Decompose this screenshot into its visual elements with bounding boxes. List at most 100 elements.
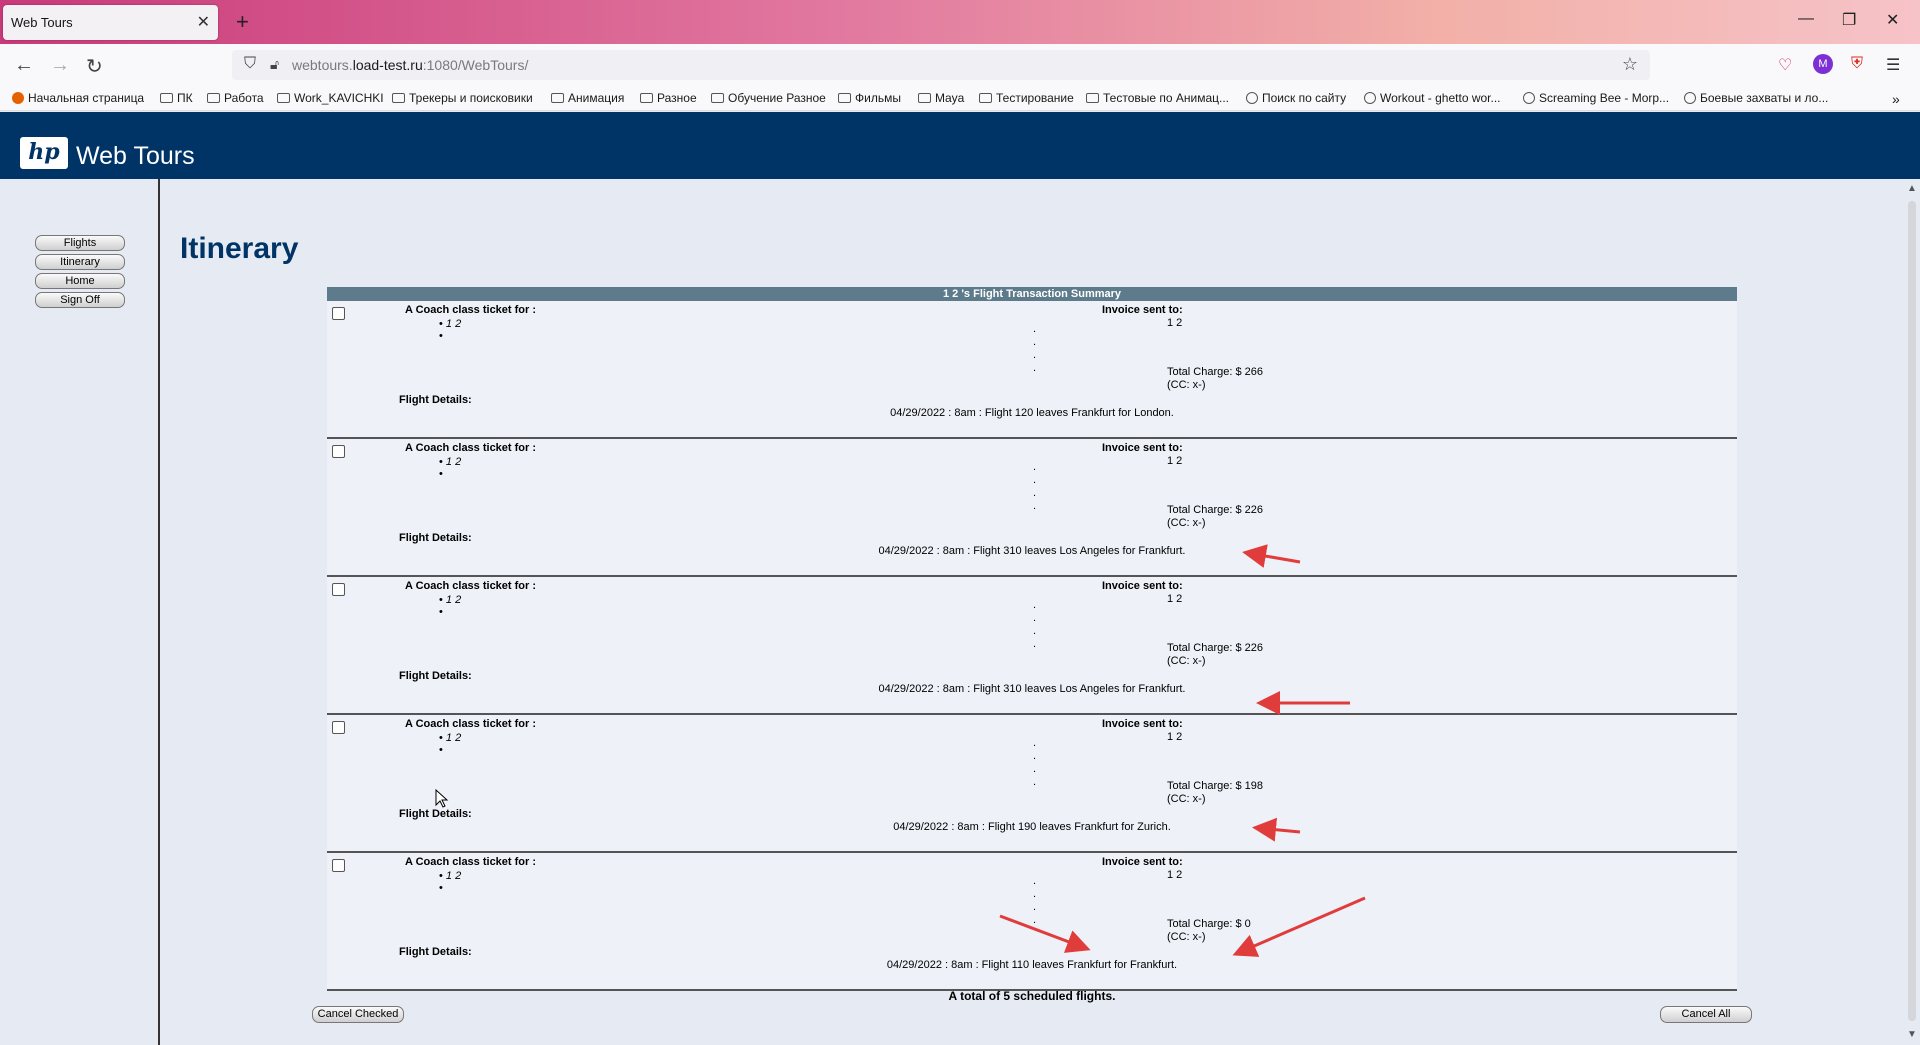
- bookmark-item[interactable]: Maya: [918, 91, 964, 105]
- avatar[interactable]: M: [1813, 54, 1833, 74]
- total-charge: Total Charge: $ 0: [1167, 918, 1251, 930]
- dots: ....: [1033, 599, 1037, 650]
- site-title: Web Tours: [76, 142, 195, 170]
- dots: ....: [1033, 323, 1037, 374]
- forward-icon[interactable]: →: [50, 54, 70, 77]
- back-icon[interactable]: ←: [14, 54, 34, 77]
- bookmark-item[interactable]: Трекеры и поисковики: [392, 91, 533, 105]
- window-close-icon[interactable]: ✕: [1886, 10, 1899, 30]
- folder-icon: [1086, 93, 1099, 103]
- invoice-name: 1 2: [1167, 869, 1183, 881]
- bookmark-item[interactable]: Поиск по сайту: [1246, 91, 1346, 105]
- cancel-checked-button[interactable]: Cancel Checked: [312, 1006, 404, 1023]
- folder-icon: [711, 93, 724, 103]
- chevron-right-icon[interactable]: »: [1892, 91, 1900, 107]
- bookmark-item[interactable]: Анимация: [551, 91, 624, 105]
- bookmark-item[interactable]: Разное: [640, 91, 697, 105]
- menu-icon[interactable]: ☰: [1886, 55, 1900, 75]
- left-nav: Flights Itinerary Home Sign Off: [0, 179, 160, 1045]
- empty-bullet: •: [439, 330, 443, 342]
- flight-row: A Coach class ticket for : • 1 2 • .... …: [327, 439, 1737, 577]
- invoice-name: 1 2: [1167, 317, 1183, 329]
- bookmark-item[interactable]: Боевые захваты и ло...: [1684, 91, 1828, 105]
- bookmark-item[interactable]: Тестовые по Анимац...: [1086, 91, 1229, 105]
- ticket-label: A Coach class ticket for :: [405, 580, 537, 592]
- bookmark-item[interactable]: ПК: [160, 91, 193, 105]
- cc-info: (CC: x-): [1167, 517, 1206, 529]
- browser-tab[interactable]: Web Tours ✕: [3, 5, 218, 40]
- row-checkbox[interactable]: [332, 445, 345, 458]
- table-header: 1 2 's Flight Transaction Summary: [327, 287, 1737, 301]
- row-checkbox[interactable]: [332, 721, 345, 734]
- scrollbar-thumb[interactable]: [1908, 201, 1916, 1021]
- scrollbar[interactable]: ▲ ▼: [1904, 179, 1920, 1045]
- bookmark-item[interactable]: Начальная страница: [12, 91, 144, 105]
- passenger-name: • 1 2: [439, 870, 462, 882]
- cancel-all-button[interactable]: Cancel All: [1660, 1006, 1752, 1023]
- folder-icon: [392, 93, 405, 103]
- bookmark-item[interactable]: Workout - ghetto wor...: [1364, 91, 1501, 105]
- site-header: hp Web Tours: [0, 112, 1920, 179]
- ticket-label: A Coach class ticket for :: [405, 304, 537, 316]
- cc-info: (CC: x-): [1167, 931, 1206, 943]
- row-checkbox[interactable]: [332, 859, 345, 872]
- pocket-icon[interactable]: ♡: [1778, 55, 1792, 75]
- extension-shield-icon[interactable]: ⛨: [1851, 55, 1863, 73]
- invoice-name: 1 2: [1167, 731, 1183, 743]
- lock-icon[interactable]: 🔓︎: [270, 56, 279, 73]
- bookmark-star-icon[interactable]: ☆: [1622, 54, 1638, 75]
- bookmark-item[interactable]: Тестирование: [979, 91, 1074, 105]
- nav-home-button[interactable]: Home: [35, 273, 125, 289]
- minimize-icon[interactable]: —: [1798, 10, 1814, 28]
- browser-nav-bar: ← → ↻ ⛉ 🔓︎ webtours.load-test.ru:1080/We…: [0, 44, 1920, 86]
- passenger-name: • 1 2: [439, 594, 462, 606]
- bookmark-item[interactable]: Work_KAVICHKI: [277, 91, 384, 105]
- flight-details-text: 04/29/2022 : 8am : Flight 110 leaves Fra…: [886, 959, 1178, 971]
- new-tab-icon[interactable]: +: [236, 9, 249, 35]
- folder-icon: [838, 93, 851, 103]
- scroll-down-icon[interactable]: ▼: [1907, 1029, 1917, 1040]
- flight-details-text: 04/29/2022 : 8am : Flight 310 leaves Los…: [878, 683, 1186, 695]
- hp-logo: hp: [20, 137, 68, 169]
- cc-info: (CC: x-): [1167, 379, 1206, 391]
- folder-icon: [551, 93, 564, 103]
- row-checkbox[interactable]: [332, 307, 345, 320]
- dots: ....: [1033, 875, 1037, 926]
- passenger-name: • 1 2: [439, 318, 462, 330]
- flight-details-label: Flight Details:: [399, 808, 472, 820]
- bookmark-item[interactable]: Screaming Bee - Morp...: [1523, 91, 1669, 105]
- passenger-name: • 1 2: [439, 732, 462, 744]
- invoice-label: Invoice sent to:: [1102, 304, 1183, 316]
- url-bar[interactable]: ⛉ 🔓︎ webtours.load-test.ru:1080/WebTours…: [232, 50, 1650, 80]
- flight-row: A Coach class ticket for : • 1 2 • .... …: [327, 853, 1737, 991]
- empty-bullet: •: [439, 468, 443, 480]
- nav-sign-off-button[interactable]: Sign Off: [35, 292, 125, 308]
- mouse-cursor: [435, 789, 449, 808]
- flight-row: A Coach class ticket for : • 1 2 • .... …: [327, 577, 1737, 715]
- folder-icon: [640, 93, 653, 103]
- dots: ....: [1033, 737, 1037, 788]
- bookmark-item[interactable]: Работа: [207, 91, 264, 105]
- close-icon[interactable]: ✕: [197, 12, 210, 32]
- globe-icon: [1523, 92, 1535, 104]
- flight-details-text: 04/29/2022 : 8am : Flight 190 leaves Fra…: [893, 821, 1171, 833]
- scroll-up-icon[interactable]: ▲: [1907, 183, 1917, 194]
- page-title: Itinerary: [180, 232, 299, 265]
- nav-flights-button[interactable]: Flights: [35, 235, 125, 251]
- nav-itinerary-button[interactable]: Itinerary: [35, 254, 125, 270]
- folder-icon: [979, 93, 992, 103]
- total-charge: Total Charge: $ 198: [1167, 780, 1264, 792]
- reload-icon[interactable]: ↻: [86, 54, 103, 79]
- shield-icon[interactable]: ⛉: [244, 55, 256, 73]
- url-text[interactable]: webtours.load-test.ru:1080/WebTours/: [292, 57, 528, 73]
- empty-bullet: •: [439, 882, 443, 894]
- restore-icon[interactable]: ❐: [1842, 10, 1856, 30]
- total-charge: Total Charge: $ 226: [1167, 642, 1264, 654]
- bookmark-item[interactable]: Фильмы: [838, 91, 901, 105]
- folder-icon: [918, 93, 931, 103]
- invoice-label: Invoice sent to:: [1102, 718, 1183, 730]
- bookmark-item[interactable]: Обучение Разное: [711, 91, 826, 105]
- invoice-name: 1 2: [1167, 593, 1183, 605]
- total-charge: Total Charge: $ 266: [1167, 366, 1264, 378]
- row-checkbox[interactable]: [332, 583, 345, 596]
